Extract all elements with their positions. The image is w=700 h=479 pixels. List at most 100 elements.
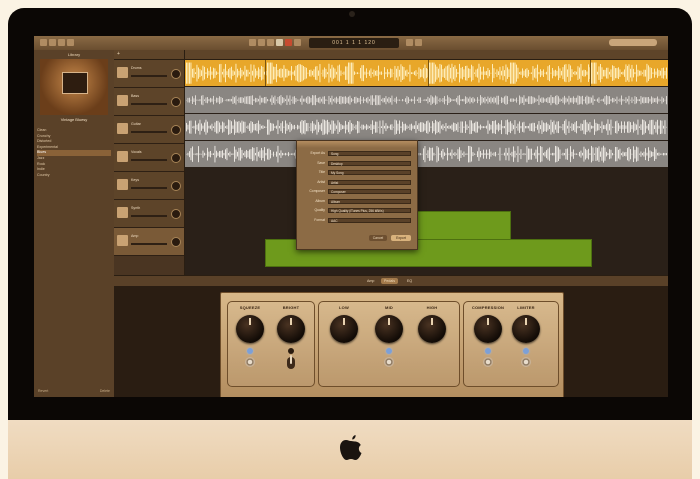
waveform-sample — [360, 67, 361, 79]
track-header[interactable]: Guitar — [114, 116, 184, 144]
dialog-field-input[interactable]: Song — [328, 151, 411, 156]
toggle-switch[interactable] — [483, 357, 493, 367]
waveform-sample — [400, 64, 402, 82]
waveform-sample — [300, 64, 301, 82]
track-volume-slider[interactable] — [131, 103, 167, 105]
help-button[interactable] — [49, 39, 56, 46]
track-header[interactable]: Drums — [114, 60, 184, 88]
dialog-field-input[interactable]: Artist — [328, 179, 411, 185]
track-pan-knob[interactable] — [171, 97, 181, 107]
track-pan-knob[interactable] — [171, 209, 181, 219]
waveform-sample — [453, 153, 454, 155]
status-jewel-icon — [485, 348, 491, 354]
metronome-button[interactable] — [415, 39, 422, 46]
toggle-switch[interactable] — [245, 357, 255, 367]
dialog-field-input[interactable]: Album — [328, 198, 411, 204]
track-volume-slider[interactable] — [131, 131, 167, 133]
delete-button[interactable]: Delete — [100, 389, 110, 393]
revert-button[interactable]: Revert — [38, 389, 48, 393]
rotary-knob[interactable] — [418, 315, 446, 343]
waveform-sample — [558, 121, 559, 134]
tab-pedals[interactable]: Pedals — [381, 278, 398, 284]
waveform-sample — [549, 125, 550, 130]
waveform-sample — [241, 120, 243, 134]
waveform-sample — [565, 64, 567, 83]
track-pan-knob[interactable] — [171, 125, 181, 135]
track-volume-slider[interactable] — [131, 243, 167, 245]
waveform-sample — [463, 151, 465, 157]
dialog-field-input[interactable]: Desktop — [328, 160, 411, 166]
waveform-sample — [648, 65, 649, 81]
tuner-button[interactable] — [406, 39, 413, 46]
cancel-button[interactable]: Cancel — [369, 235, 387, 241]
waveform-sample — [543, 122, 544, 132]
waveform-sample — [321, 98, 322, 102]
rotary-knob[interactable] — [375, 315, 403, 343]
waveform-sample — [480, 124, 481, 130]
cycle-button[interactable] — [294, 39, 301, 46]
export-button[interactable]: Export — [391, 235, 411, 241]
rotary-knob[interactable] — [277, 315, 305, 343]
toggle-switch[interactable] — [521, 357, 531, 367]
track-pan-knob[interactable] — [171, 69, 181, 79]
dialog-field-input[interactable]: High Quality (iTunes Plus, 256 kBit/s) — [328, 208, 411, 213]
waveform-sample — [217, 97, 219, 103]
track-volume-slider[interactable] — [131, 75, 167, 77]
patch-item[interactable]: Country — [37, 173, 111, 179]
flip-switch[interactable] — [287, 355, 295, 369]
waveform-sample — [189, 97, 190, 103]
track-volume-slider[interactable] — [131, 215, 167, 217]
rotary-knob[interactable] — [474, 315, 502, 343]
smart-controls-button[interactable] — [58, 39, 65, 46]
rotary-knob[interactable] — [512, 315, 540, 343]
waveform-sample — [213, 126, 214, 128]
waveform-sample — [367, 72, 369, 74]
waveform-sample — [465, 96, 466, 105]
rotary-knob[interactable] — [330, 315, 358, 343]
rewind-button[interactable] — [249, 39, 256, 46]
track-volume-slider[interactable] — [131, 159, 167, 161]
dialog-field-input[interactable]: My Song — [328, 170, 411, 175]
lcd-display[interactable]: 001 1 1 1 120 — [309, 38, 399, 48]
toggle-switch[interactable] — [384, 357, 394, 367]
waveform-sample — [435, 95, 436, 105]
tab-amp[interactable]: Amp — [364, 278, 377, 284]
waveform-sample — [646, 125, 648, 129]
stop-button[interactable] — [267, 39, 274, 46]
track-header[interactable]: Vocals — [114, 144, 184, 172]
library-button[interactable] — [40, 39, 47, 46]
add-track-icon[interactable]: + — [117, 51, 120, 57]
record-button[interactable] — [285, 39, 292, 46]
waveform-sample — [424, 146, 426, 163]
waveform-sample — [313, 95, 315, 105]
play-button[interactable] — [276, 39, 283, 46]
tracks-area[interactable] — [185, 50, 668, 275]
waveform-sample — [381, 71, 382, 75]
master-volume-slider[interactable] — [609, 39, 657, 46]
track-header[interactable]: Bass — [114, 88, 184, 116]
dialog-row: Quality High Quality (iTunes Plus, 256 kB… — [301, 208, 413, 214]
dialog-field-input[interactable]: Composer — [328, 189, 411, 194]
rotary-knob[interactable] — [236, 315, 264, 343]
track-header[interactable]: Amp — [114, 228, 184, 256]
waveform-sample — [574, 153, 576, 155]
forward-button[interactable] — [258, 39, 265, 46]
waveform-sample — [340, 124, 342, 131]
track-pan-knob[interactable] — [171, 181, 181, 191]
waveform-sample — [385, 96, 387, 105]
waveform-sample — [516, 153, 517, 155]
track-pan-knob[interactable] — [171, 153, 181, 163]
waveform-sample — [316, 98, 318, 103]
knob-label: BRIGHT — [282, 305, 300, 310]
track-volume-slider[interactable] — [131, 187, 167, 189]
tab-eq[interactable]: EQ — [404, 278, 415, 284]
waveform-sample — [651, 119, 652, 135]
track-header[interactable]: Synth — [114, 200, 184, 228]
track-pan-knob[interactable] — [171, 237, 181, 247]
dialog-field-input[interactable]: AAC — [328, 217, 411, 223]
waveform-sample — [582, 70, 583, 76]
editors-button[interactable] — [67, 39, 74, 46]
track-header[interactable]: Keys — [114, 172, 184, 200]
midi-region[interactable] — [416, 211, 511, 240]
waveform-sample — [430, 62, 432, 84]
